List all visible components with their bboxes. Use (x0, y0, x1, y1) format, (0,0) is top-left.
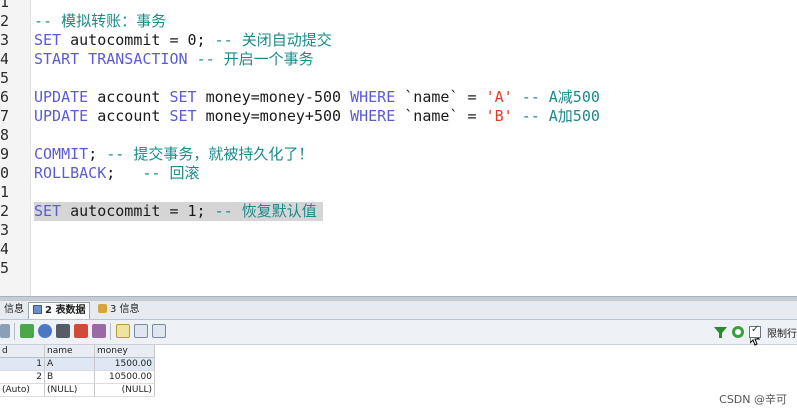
sql-keyword: SET (34, 202, 62, 220)
cell-money[interactable]: 10500.00 (95, 371, 155, 384)
code-line[interactable]: SET autocommit = 0; -- 关闭自动提交 (34, 31, 332, 50)
sql-keyword: SET (169, 88, 197, 106)
column-header-money[interactable]: money (95, 345, 155, 358)
sql-editor[interactable]: -- 模拟转账：事务 SET autocommit = 0; -- 关闭自动提交 S… (0, 0, 797, 296)
sql-comment: -- A减500 (521, 88, 600, 106)
cell-name[interactable]: (NULL) (45, 384, 95, 397)
line-number: 2 (0, 202, 8, 220)
cell-name[interactable]: A (45, 358, 95, 371)
line-number: 4 (0, 240, 8, 258)
sql-comment: -- 模拟转账：事务 (34, 12, 167, 30)
code-line[interactable]: COMMIT; -- 提交事务，就被持久化了！ (34, 145, 313, 164)
sql-comment: -- 提交事务，就被持久化了！ (106, 145, 314, 163)
result-tabs: 信息 2 表数据 3 信息 (0, 301, 797, 320)
sql-text: `name` = (395, 107, 486, 125)
sql-text: money=money+500 (196, 107, 351, 125)
watermark: CSDN @辛可 (719, 393, 787, 406)
sql-comment: -- 开启一个事务 (196, 50, 314, 68)
sql-comment: -- 关闭自动提交 (214, 31, 332, 49)
column-header-name[interactable]: name (45, 345, 95, 358)
sql-keyword: UPDATE (34, 107, 89, 125)
sql-text: ; (106, 164, 143, 182)
sql-string: 'B' (485, 107, 513, 125)
sql-keyword: UPDATE (34, 88, 89, 106)
info-icon (98, 304, 107, 313)
result-toolbar (0, 320, 797, 345)
sql-keyword: START TRANSACTION (34, 50, 188, 68)
line-number: 1 (0, 0, 8, 11)
filter-icon[interactable] (714, 326, 727, 339)
view-text-icon[interactable] (152, 324, 166, 338)
sql-comment: -- 回滚 (142, 164, 200, 182)
column-header-id[interactable]: d (0, 345, 45, 358)
sql-text: autocommit = 1; (61, 202, 215, 220)
sql-string: 'A' (485, 88, 513, 106)
sql-keyword: WHERE (350, 107, 396, 125)
view-grid-icon[interactable] (116, 324, 130, 338)
code-line[interactable]: START TRANSACTION -- 开启一个事务 (34, 50, 314, 69)
sql-keyword: SET (34, 31, 62, 49)
tab-info-3[interactable]: 3 信息 (94, 302, 144, 318)
line-number: 0 (0, 164, 8, 182)
line-number: 4 (0, 50, 8, 68)
line-number: 5 (0, 259, 8, 277)
line-number: 5 (0, 69, 8, 87)
line-number: 9 (0, 145, 8, 163)
sql-text: account (88, 107, 170, 125)
cell-name[interactable]: B (45, 371, 95, 384)
refresh-icon[interactable] (38, 324, 52, 338)
refresh-icon[interactable] (731, 325, 745, 339)
tab-table-data-label: 2 表数据 (45, 305, 86, 316)
cell-money[interactable]: (NULL) (95, 384, 155, 397)
cell-id[interactable]: 2 (0, 371, 45, 384)
add-row-icon[interactable] (20, 324, 34, 338)
code-line[interactable]: UPDATE account SET money=money+500 WHERE… (34, 107, 600, 126)
code-line-selected[interactable]: SET autocommit = 1; -- 恢复默认值 (34, 202, 323, 221)
delete-icon[interactable] (74, 324, 88, 338)
sql-keyword: COMMIT (34, 145, 89, 163)
grid-menu-icon[interactable] (0, 324, 10, 338)
tab-info[interactable]: 信息 (0, 302, 28, 318)
sql-comment: -- 恢复默认值 (214, 202, 317, 220)
sql-keyword: SET (169, 107, 197, 125)
sql-keyword: ROLLBACK (34, 164, 107, 182)
view-form-icon[interactable] (134, 324, 148, 338)
line-number: 8 (0, 126, 8, 144)
line-number: 7 (0, 107, 8, 125)
tab-table-data[interactable]: 2 表数据 (28, 302, 91, 319)
line-number: 6 (0, 88, 8, 106)
code-line[interactable]: UPDATE account SET money=money-500 WHERE… (34, 88, 600, 107)
limit-checkbox[interactable]: ✓ (749, 324, 761, 338)
line-number: 1 (0, 183, 8, 201)
copy-icon[interactable] (92, 324, 106, 338)
cell-money[interactable]: 1500.00 (95, 358, 155, 371)
table-data-icon (33, 305, 42, 314)
line-number: 3 (0, 221, 8, 239)
line-number: 2 (0, 12, 8, 30)
limit-label: 限制行 (767, 329, 797, 340)
sql-text: ; (88, 145, 107, 163)
sql-text: account (88, 88, 170, 106)
code-line[interactable]: -- 模拟转账：事务 (34, 12, 166, 31)
sql-text: autocommit = 0; (61, 31, 215, 49)
save-icon[interactable] (56, 324, 70, 338)
tab-info-3-label: 3 信息 (110, 304, 140, 315)
sql-comment: -- A加500 (521, 107, 600, 125)
code-line[interactable]: ROLLBACK; -- 回滚 (34, 164, 199, 183)
sql-keyword: WHERE (350, 88, 396, 106)
sql-text: money=money-500 (196, 88, 351, 106)
cell-id[interactable]: 1 (0, 358, 45, 371)
tab-info-label: 信息 (4, 304, 24, 315)
line-number: 3 (0, 31, 8, 49)
sql-text: `name` = (395, 88, 486, 106)
cell-id[interactable]: (Auto) (0, 384, 45, 397)
